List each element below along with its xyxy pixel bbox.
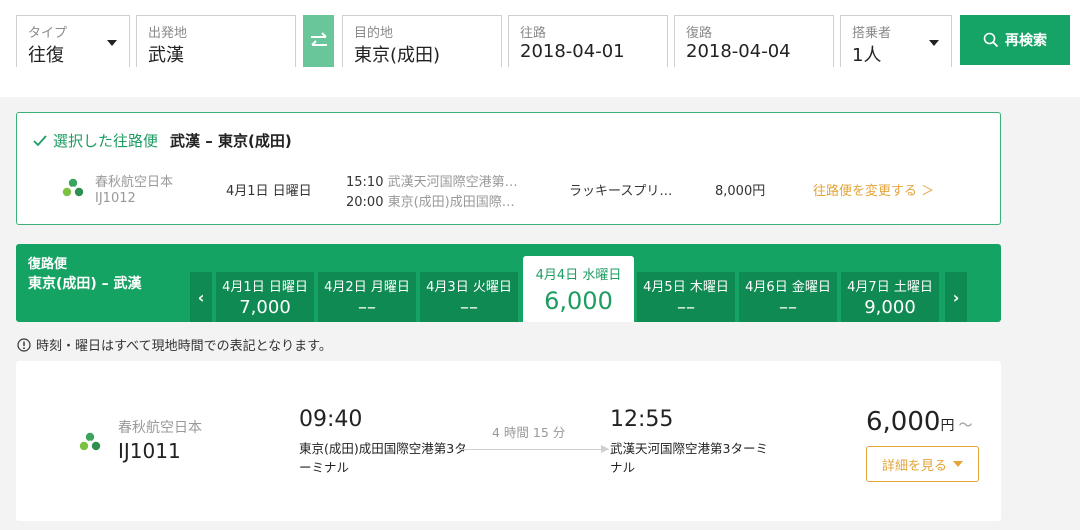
date-tile-price: 7,000 [239, 297, 291, 318]
search-bar: タイプ 往復 出発地 武漢 目的地 東京(成田) 往路 2018-04-01 復… [0, 0, 1080, 90]
origin-label: 出発地 [148, 26, 188, 41]
depart-date-field[interactable]: 往路 2018-04-01 [508, 15, 668, 67]
details-button-label: 詳細を見る [881, 458, 947, 474]
selected-arr-airport: 東京(成田)成田国際… [387, 195, 515, 210]
date-tile[interactable]: 4月3日 火曜日 –– [420, 272, 518, 322]
result-price-suffix: ～ [958, 418, 973, 434]
selected-outbound-route: 武漢 – 東京(成田) [170, 132, 292, 150]
date-tile-label: 4月2日 月曜日 [324, 280, 410, 295]
date-tile-price: –– [358, 297, 376, 318]
date-tile-price: 9,000 [864, 297, 916, 318]
change-outbound-link[interactable]: 往路便を変更する ＞ [813, 180, 934, 199]
date-tile-price: –– [779, 297, 797, 318]
trip-type-label: タイプ [28, 26, 68, 41]
return-date-value: 2018-04-04 [686, 41, 791, 62]
selected-airline: 春秋航空日本 [95, 175, 174, 190]
chevron-left-icon: ‹ [197, 287, 205, 307]
passenger-value: 1人 [852, 45, 882, 66]
destination-label: 目的地 [354, 26, 394, 41]
result-flight-number: IJ1011 [118, 439, 181, 463]
origin-value: 武漢 [148, 45, 184, 66]
date-tile-label: 4月4日 水曜日 [535, 268, 622, 283]
date-tile[interactable]: 4月7日 土曜日 9,000 [841, 272, 939, 322]
return-date-field[interactable]: 復路 2018-04-04 [674, 15, 834, 67]
prev-dates-button[interactable]: ‹ [190, 272, 212, 322]
date-tile-label: 4月1日 日曜日 [222, 280, 308, 295]
swap-button[interactable] [303, 15, 334, 67]
selected-arrival: 20:00 東京(成田)成田国際… [346, 191, 515, 210]
selected-dep-airport: 武漢天河国際空港第… [387, 175, 518, 190]
flight-result-card: 春秋航空日本 IJ1011 09:40 東京(成田)成田国際空港第3ターミナル … [16, 361, 1001, 521]
next-dates-button[interactable]: › [945, 272, 967, 322]
date-tile-price: –– [677, 297, 695, 318]
selected-outbound-title: 選択した往路便 [53, 132, 159, 150]
passenger-select[interactable]: 搭乗者 1人 [840, 15, 952, 67]
destination-field[interactable]: 目的地 東京(成田) [342, 15, 502, 67]
date-tile[interactable]: 4月1日 日曜日 7,000 [216, 272, 314, 322]
airline-logo-icon [61, 177, 85, 203]
result-price: 6,000円～ [866, 407, 972, 437]
result-arr-airport: 武漢天河国際空港第3ターミナル [610, 441, 768, 475]
search-icon [983, 32, 999, 48]
date-tile[interactable]: 4月6日 金曜日 –– [739, 272, 837, 322]
date-tile-selected[interactable]: 4月4日 水曜日 6,000 [523, 256, 634, 322]
timezone-notice-text: 時刻・曜日はすべて現地時間での表記となります。 [36, 339, 332, 354]
result-price-value: 6,000 [866, 407, 941, 437]
return-route: 東京(成田) – 武漢 [28, 276, 142, 292]
chevron-right-icon: › [952, 287, 960, 307]
result-arr-time: 12:55 [610, 407, 674, 432]
result-dep-time: 09:40 [299, 407, 363, 432]
selected-departure: 15:10 武漢天河国際空港第… [346, 171, 518, 190]
selected-fare-type: ラッキースプリ… [569, 184, 673, 199]
date-tile-price: –– [460, 297, 478, 318]
info-icon [17, 337, 31, 352]
selected-date: 4月1日 日曜日 [226, 184, 312, 199]
passenger-label: 搭乗者 [852, 26, 892, 41]
destination-value: 東京(成田) [354, 45, 441, 66]
trip-type-value: 往復 [28, 45, 64, 66]
chevron-down-icon [107, 40, 117, 46]
details-button[interactable]: 詳細を見る [866, 446, 979, 482]
date-tile-label: 4月6日 金曜日 [745, 280, 831, 295]
selected-outbound-card: 選択した往路便 武漢 – 東京(成田) 春秋航空日本 IJ1012 4月1日 日… [16, 112, 1001, 225]
selected-price: 8,000円 [715, 184, 766, 199]
return-date-strip: 復路便 東京(成田) – 武漢 ‹ 4月1日 日曜日 7,000 4月2日 月曜… [16, 244, 1001, 322]
result-duration: 4 時間 15 分 [492, 425, 566, 440]
result-airline: 春秋航空日本 [118, 420, 202, 436]
selected-dep-time: 15:10 [346, 175, 384, 190]
date-tile[interactable]: 4月5日 木曜日 –– [637, 272, 735, 322]
research-button[interactable]: 再検索 [960, 15, 1070, 65]
timezone-notice: 時刻・曜日はすべて現地時間での表記となります。 [17, 335, 332, 354]
selected-flight-number: IJ1012 [95, 191, 136, 206]
research-button-label: 再検索 [1005, 33, 1047, 49]
date-tile-label: 4月3日 火曜日 [426, 280, 512, 295]
check-icon [33, 134, 47, 146]
duration-line [459, 449, 609, 450]
arrow-right-icon [601, 445, 609, 453]
depart-date-value: 2018-04-01 [520, 41, 625, 62]
airline-logo-icon [78, 431, 102, 457]
selected-outbound-heading: 選択した往路便 武漢 – 東京(成田) [33, 130, 292, 151]
date-tile-label: 4月7日 土曜日 [847, 280, 933, 295]
origin-field[interactable]: 出発地 武漢 [136, 15, 296, 67]
trip-type-select[interactable]: タイプ 往復 [16, 15, 130, 67]
selected-arr-time: 20:00 [346, 195, 384, 210]
depart-date-label: 往路 [520, 26, 547, 41]
return-date-label: 復路 [686, 26, 713, 41]
date-tile[interactable]: 4月2日 月曜日 –– [318, 272, 416, 322]
result-price-unit: 円 [940, 418, 955, 434]
result-dep-airport: 東京(成田)成田国際空港第3ターミナル [299, 441, 467, 475]
return-label: 復路便 [28, 257, 68, 272]
chevron-down-icon [953, 461, 963, 467]
date-tile-price: 6,000 [544, 287, 613, 315]
date-tile-label: 4月5日 木曜日 [643, 280, 729, 295]
chevron-down-icon [929, 40, 939, 46]
swap-icon [310, 32, 327, 46]
